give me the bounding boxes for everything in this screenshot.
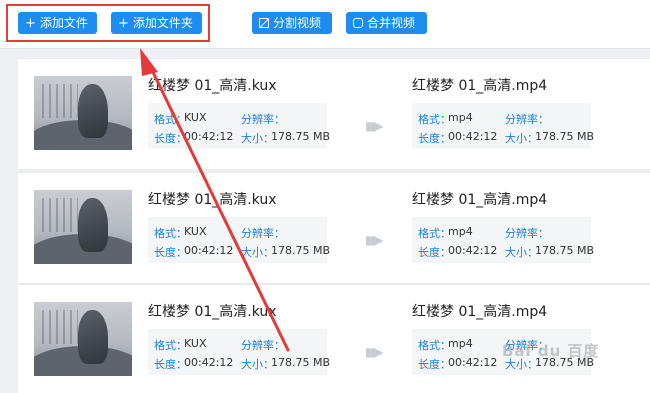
source-size-value: 178.75 MB [271, 244, 331, 257]
format-label: 格式： [418, 339, 451, 352]
format-label: 格式： [154, 113, 187, 126]
annotation-highlight-box [6, 4, 210, 42]
app-window: + 添加文件 + 添加文件夹 分割视频 合并视频 红楼梦 01_高清.kux 格… [0, 0, 650, 393]
split-video-button[interactable]: 分割视频 [252, 12, 332, 34]
format-label: 格式： [154, 339, 187, 352]
convert-arrow-icon: ▮▮▶ [365, 233, 383, 247]
source-info-panel: 格式： KUX 分辨率： 长度： 00:42:12 大小： 178.75 MB [148, 217, 331, 263]
duration-label: 长度： [418, 132, 451, 145]
size-label: 大小： [241, 132, 274, 145]
target-file-name: 红楼梦 01_高清.mp4 [412, 78, 548, 94]
split-video-label: 分割视频 [273, 16, 322, 30]
video-thumbnail [34, 76, 132, 150]
resolution-label: 分辨率： [505, 227, 549, 240]
duration-label: 长度： [418, 358, 451, 371]
target-file-name: 红楼梦 01_高清.mp4 [412, 192, 548, 208]
convert-arrow-icon: ▮▮▶ [365, 119, 383, 133]
size-label: 大小： [241, 358, 274, 371]
video-thumbnail [34, 302, 132, 376]
size-label: 大小： [241, 246, 274, 259]
target-file-name: 红楼梦 01_高清.mp4 [412, 304, 548, 320]
duration-label: 长度： [418, 246, 451, 259]
target-info-panel: 格式： mp4 分辨率： 长度： 00:42:12 大小： 178.75 MB [412, 217, 595, 263]
file-card[interactable]: 红楼梦 01_高清.kux 格式： KUX 分辨率： 长度： 00:42:12 … [18, 172, 650, 284]
source-format-value: KUX [184, 337, 207, 350]
target-info-panel: 格式： mp4 分辨率： 长度： 00:42:12 大小： 178.75 MB [412, 103, 595, 149]
resolution-label: 分辨率： [241, 339, 285, 352]
source-info-panel: 格式： KUX 分辨率： 长度： 00:42:12 大小： 178.75 MB [148, 329, 331, 375]
duration-label: 长度： [154, 132, 187, 145]
resolution-label: 分辨率： [241, 113, 285, 126]
file-card[interactable]: 红楼梦 01_高清.kux 格式： KUX 分辨率： 长度： 00:42:12 … [18, 58, 650, 170]
target-duration-value: 00:42:12 [448, 244, 498, 257]
source-duration-value: 00:42:12 [184, 356, 234, 369]
target-format-value: mp4 [448, 111, 473, 124]
resolution-label: 分辨率： [505, 113, 549, 126]
merge-video-button[interactable]: 合并视频 [346, 12, 427, 34]
format-label: 格式： [418, 113, 451, 126]
merge-video-label: 合并视频 [367, 16, 416, 30]
source-size-value: 178.75 MB [271, 356, 331, 369]
size-label: 大小： [505, 132, 538, 145]
merge-icon [353, 18, 363, 28]
target-size-value: 178.75 MB [535, 130, 595, 143]
target-duration-value: 00:42:12 [448, 130, 498, 143]
convert-arrow-icon: ▮▮▶ [365, 345, 383, 359]
source-duration-value: 00:42:12 [184, 130, 234, 143]
source-format-value: KUX [184, 225, 207, 238]
duration-label: 长度： [154, 246, 187, 259]
target-format-value: mp4 [448, 337, 473, 350]
duration-label: 长度： [154, 358, 187, 371]
target-duration-value: 00:42:12 [448, 356, 498, 369]
file-card[interactable]: 红楼梦 01_高清.kux 格式： KUX 分辨率： 长度： 00:42:12 … [18, 284, 650, 393]
target-size-value: 178.75 MB [535, 244, 595, 257]
source-format-value: KUX [184, 111, 207, 124]
source-file-name: 红楼梦 01_高清.kux [148, 192, 277, 208]
source-file-name: 红楼梦 01_高清.kux [148, 78, 277, 94]
resolution-label: 分辨率： [241, 227, 285, 240]
source-size-value: 178.75 MB [271, 130, 331, 143]
source-file-name: 红楼梦 01_高清.kux [148, 304, 277, 320]
source-duration-value: 00:42:12 [184, 244, 234, 257]
format-label: 格式： [418, 227, 451, 240]
split-icon [259, 18, 269, 28]
format-label: 格式： [154, 227, 187, 240]
size-label: 大小： [505, 246, 538, 259]
source-info-panel: 格式： KUX 分辨率： 长度： 00:42:12 大小： 178.75 MB [148, 103, 331, 149]
target-format-value: mp4 [448, 225, 473, 238]
video-thumbnail [34, 190, 132, 264]
watermark-text: Bai du 百度 [502, 342, 600, 360]
